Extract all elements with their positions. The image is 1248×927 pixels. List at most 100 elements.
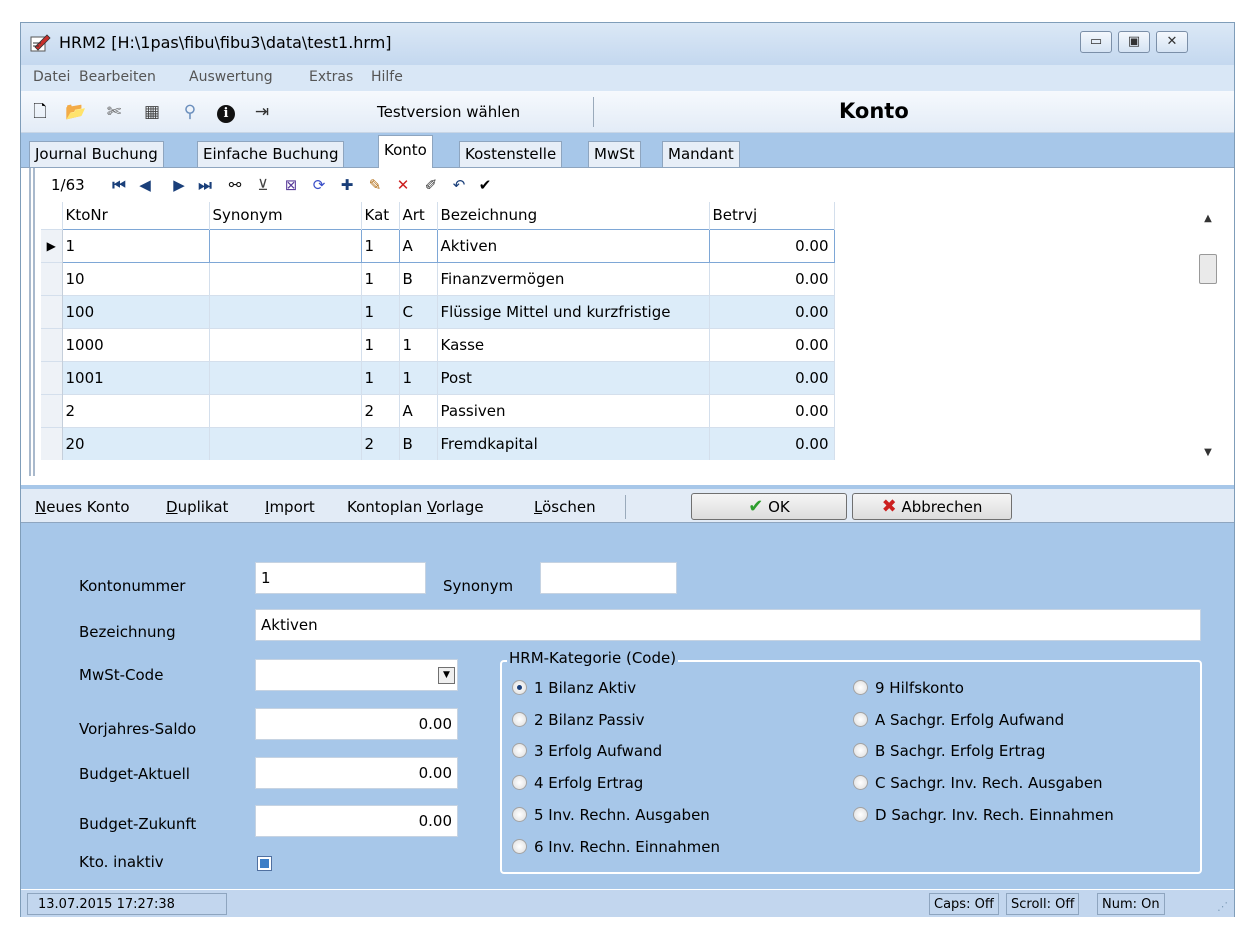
cell-ktonr[interactable]: 1001 [62,360,210,394]
cell-art[interactable]: 1 [399,360,438,394]
budget-zukunft-field[interactable]: 0.00 [255,805,458,837]
filter-icon[interactable]: ⊻ [253,174,273,196]
synonym-field[interactable] [540,562,677,594]
new-file-icon[interactable]: 🗋 [29,101,51,123]
cell-betrvj[interactable]: 0.00 [709,360,835,394]
cell-synonym[interactable] [209,393,362,427]
radio-hrm-a[interactable]: A Sachgr. Erfolg Aufwand [853,711,1064,729]
budget-aktuell-field[interactable]: 0.00 [255,757,458,789]
cell-betrvj[interactable]: 0.00 [709,393,835,427]
mwst-code-select[interactable]: ▼ [255,659,458,691]
radio-hrm-6[interactable]: 6 Inv. Rechn. Einnahmen [512,838,720,856]
cell-betrvj[interactable]: 0.00 [709,426,835,460]
first-record-icon[interactable]: ⏮ [109,174,129,196]
vertical-scrollbar[interactable]: ▲ ▼ [1197,202,1219,476]
table-row[interactable]: 2 2 A Passiven 0.00 [41,393,835,427]
cell-synonym[interactable] [209,327,362,361]
abbrechen-button[interactable]: ✖ Abbrechen [852,493,1012,520]
cell-ktonr[interactable]: 10 [62,261,210,295]
cell-ktonr[interactable]: 2 [62,393,210,427]
cell-bezeichnung[interactable]: Fremdkapital [437,426,710,460]
cell-kat[interactable]: 2 [361,393,400,427]
cell-synonym[interactable] [209,261,362,295]
radio-hrm-5[interactable]: 5 Inv. Rechn. Ausgaben [512,806,710,824]
menu-bearbeiten[interactable]: Bearbeiten [79,69,156,85]
insert-record-icon[interactable]: ✚ [337,174,357,196]
cell-bezeichnung[interactable]: Flüssige Mittel und kurzfristige [437,294,710,328]
table-row[interactable]: 10 1 B Finanzvermögen 0.00 [41,261,835,295]
checkmark-icon[interactable]: ✔ [475,174,495,196]
tab-einfache-buchung[interactable]: Einfache Buchung [197,141,345,167]
cell-ktonr[interactable]: 20 [62,426,210,460]
cell-kat[interactable]: 1 [360,228,400,263]
cell-synonym[interactable] [209,360,362,394]
tab-konto[interactable]: Konto [378,135,433,168]
table-row[interactable]: ▶ 1 1 A Aktiven 0.00 [41,228,835,263]
scroll-thumb[interactable] [1199,254,1217,284]
minimize-button[interactable]: ▭ [1080,31,1112,53]
bezeichnung-field[interactable]: Aktiven [255,609,1201,641]
scroll-up-icon[interactable]: ▲ [1197,212,1219,226]
info-icon[interactable]: i [215,101,237,123]
neues-konto-link[interactable]: Neues Konto [35,498,130,516]
cell-art[interactable]: 1 [399,327,438,361]
ok-button[interactable]: ✔ OK [691,493,847,520]
clear-filter-icon[interactable]: ⊠ [281,174,301,196]
exit-icon[interactable]: ⇥ [251,101,273,123]
radio-hrm-1[interactable]: 1 Bilanz Aktiv [512,679,636,697]
tab-journal-buchung[interactable]: Journal Buchung [29,141,164,167]
cell-bezeichnung[interactable]: Finanzvermögen [437,261,710,295]
radio-hrm-b[interactable]: B Sachgr. Erfolg Ertrag [853,742,1045,760]
cell-bezeichnung[interactable]: Kasse [437,327,710,361]
kontonummer-field[interactable]: 1 [255,562,426,594]
cell-kat[interactable]: 2 [361,426,400,460]
cell-betrvj[interactable]: 0.00 [709,261,835,295]
search-icon[interactable]: ⚲ [179,101,201,123]
maximize-button[interactable]: ▣ [1118,31,1150,53]
cell-bezeichnung[interactable]: Post [437,360,710,394]
delete-tool-icon[interactable]: ✄ [103,101,125,123]
cell-art[interactable]: B [399,426,438,460]
cell-art[interactable]: C [399,294,438,328]
cell-ktonr[interactable]: 100 [62,294,210,328]
refresh-icon[interactable]: ⟳ [309,174,329,196]
menu-auswertung[interactable]: Auswertung [189,69,273,85]
table-row[interactable]: 1001 1 1 Post 0.00 [41,360,835,394]
radio-hrm-c[interactable]: C Sachgr. Inv. Rech. Ausgaben [853,774,1103,792]
loeschen-link[interactable]: Löschen [534,498,596,516]
cell-synonym[interactable] [209,426,362,460]
cell-synonym[interactable] [208,228,362,263]
scroll-down-icon[interactable]: ▼ [1197,446,1219,460]
cell-kat[interactable]: 1 [361,360,400,394]
kto-inaktiv-checkbox[interactable] [257,856,272,871]
undo-icon[interactable]: ↶ [449,174,469,196]
radio-hrm-3[interactable]: 3 Erfolg Aufwand [512,742,662,760]
menu-extras[interactable]: Extras [309,69,353,85]
cell-bezeichnung[interactable]: Aktiven [436,228,710,263]
cell-ktonr[interactable]: 1000 [62,327,210,361]
edit-record-icon[interactable]: ✎ [365,174,385,196]
calculator-icon[interactable]: ▦ [141,101,163,123]
menu-hilfe[interactable]: Hilfe [371,69,403,85]
radio-hrm-9[interactable]: 9 Hilfskonto [853,679,964,697]
tab-kostenstelle[interactable]: Kostenstelle [459,141,563,167]
chevron-down-icon[interactable]: ▼ [438,667,455,684]
cell-kat[interactable]: 1 [361,261,400,295]
post-edit-icon[interactable]: ✐ [421,174,441,196]
testversion-button[interactable]: Testversion wählen [377,103,520,121]
vorjahres-saldo-field[interactable]: 0.00 [255,708,458,740]
col-header-ktonr[interactable]: KtoNr [62,202,210,229]
kontoplan-vorlage-link[interactable]: Kontoplan Vorlage [347,498,484,516]
cell-ktonr[interactable]: 1 [61,228,210,263]
radio-hrm-2[interactable]: 2 Bilanz Passiv [512,711,645,729]
next-record-icon[interactable]: ▶ [169,174,189,196]
cell-kat[interactable]: 1 [361,294,400,328]
table-row[interactable]: 100 1 C Flüssige Mittel und kurzfristige… [41,294,835,328]
col-header-synonym[interactable]: Synonym [209,202,362,229]
cell-synonym[interactable] [209,294,362,328]
binoculars-icon[interactable]: ⚯ [225,174,245,196]
cell-art[interactable]: A [398,228,438,263]
menu-datei[interactable]: Datei [33,69,70,85]
import-link[interactable]: Import [265,498,315,516]
radio-hrm-4[interactable]: 4 Erfolg Ertrag [512,774,643,792]
